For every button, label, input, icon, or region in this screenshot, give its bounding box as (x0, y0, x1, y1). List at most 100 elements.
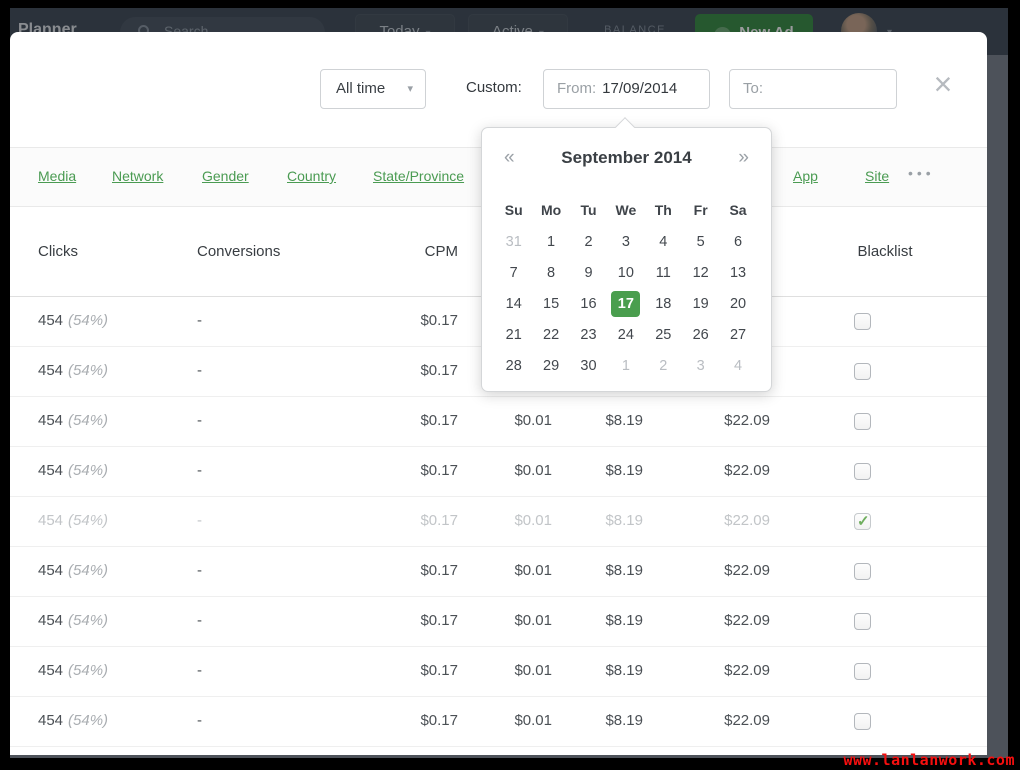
table-row: 454(54%)-$0.17$0.01$8.19$22.09 (10, 497, 987, 547)
close-icon[interactable]: × (928, 68, 958, 102)
clicks-cell: 454(54%) (38, 412, 108, 429)
calendar-day[interactable]: 3 (682, 350, 719, 381)
calendar-day[interactable]: 4 (719, 350, 756, 381)
calendar-next-month-icon[interactable]: » (738, 147, 749, 169)
calendar-day[interactable]: 1 (607, 350, 644, 381)
from-prefix-label: From: (557, 80, 596, 97)
custom-range-label: Custom: (466, 79, 522, 96)
tab-gender[interactable]: Gender (202, 168, 249, 184)
conversions-cell: - (197, 612, 202, 629)
calendar-day-selected[interactable]: 17 (607, 288, 644, 319)
calendar-month-title: September 2014 (482, 148, 771, 168)
table-row: 454(54%)-$0.17$0.01$8.19$22.09 (10, 647, 987, 697)
datepicker-popup: « September 2014 » SuMoTuWeThFrSa 311234… (481, 127, 772, 392)
tab-app[interactable]: App (793, 168, 818, 184)
clicks-cell: 454(54%) (38, 512, 108, 529)
tab-site[interactable]: Site (865, 168, 889, 184)
calendar-day[interactable]: 18 (645, 288, 682, 319)
blacklist-checkbox[interactable] (854, 463, 871, 480)
tab-network[interactable]: Network (112, 168, 163, 184)
clicks-cell: 454(54%) (38, 362, 108, 379)
calendar-day[interactable]: 2 (645, 350, 682, 381)
calendar-day[interactable]: 9 (570, 257, 607, 288)
clicks-cell: 454(54%) (38, 612, 108, 629)
calendar-day[interactable]: 10 (607, 257, 644, 288)
calendar-day[interactable]: 6 (719, 226, 756, 257)
calendar-day[interactable]: 1 (532, 226, 569, 257)
value-cell: $22.09 (660, 562, 770, 579)
conversions-cell: - (197, 562, 202, 579)
screen: Planner Search Today▾ Active▾ BALANCE +N… (0, 0, 1020, 770)
calendar-day[interactable]: 4 (645, 226, 682, 257)
calendar-day[interactable]: 12 (682, 257, 719, 288)
conversions-cell: - (197, 362, 202, 379)
calendar-day[interactable]: 15 (532, 288, 569, 319)
weekday-label: Th (645, 196, 682, 224)
calendar-day[interactable]: 23 (570, 319, 607, 350)
calendar-day[interactable]: 25 (645, 319, 682, 350)
watermark-text: www.lanlanwork.com (843, 751, 1015, 769)
from-date-input[interactable]: From: 17/09/2014 (543, 69, 710, 109)
calendar-day[interactable]: 5 (682, 226, 719, 257)
blacklist-checkbox[interactable] (854, 713, 871, 730)
blacklist-checkbox[interactable] (854, 413, 871, 430)
table-row: 454(54%)-$0.17$0.01$8.19$22.09 (10, 697, 987, 747)
tab-country[interactable]: Country (287, 168, 336, 184)
clicks-cell: 454(54%) (38, 312, 108, 329)
calendar-day[interactable]: 11 (645, 257, 682, 288)
from-date-value: 17/09/2014 (602, 80, 677, 97)
blacklist-checkbox[interactable] (854, 613, 871, 630)
calendar-day[interactable]: 3 (607, 226, 644, 257)
conversions-cell: - (197, 462, 202, 479)
blacklist-checkbox[interactable] (854, 513, 871, 530)
table-row: 454(54%)-$0.17$0.01$8.19$22.09 (10, 397, 987, 447)
calendar-day[interactable]: 24 (607, 319, 644, 350)
value-cell: $8.19 (533, 562, 643, 579)
weekday-label: Fr (682, 196, 719, 224)
value-cell: $22.09 (660, 712, 770, 729)
clicks-cell: 454(54%) (38, 462, 108, 479)
weekday-label: Su (495, 196, 532, 224)
calendar-day[interactable]: 20 (719, 288, 756, 319)
date-range-select[interactable]: All time ▾ (320, 69, 426, 109)
blacklist-checkbox[interactable] (854, 563, 871, 580)
weekday-label: Tu (570, 196, 607, 224)
date-range-value: All time (336, 80, 385, 97)
calendar-day[interactable]: 31 (495, 226, 532, 257)
blacklist-checkbox[interactable] (854, 663, 871, 680)
calendar-day[interactable]: 8 (532, 257, 569, 288)
conversions-cell: - (197, 662, 202, 679)
value-cell: $22.09 (660, 462, 770, 479)
calendar-day[interactable]: 26 (682, 319, 719, 350)
blacklist-checkbox[interactable] (854, 313, 871, 330)
calendar-day[interactable]: 2 (570, 226, 607, 257)
calendar-day[interactable]: 13 (719, 257, 756, 288)
calendar-day[interactable]: 27 (719, 319, 756, 350)
tab-state-province[interactable]: State/Province (373, 168, 464, 184)
conversions-cell: - (197, 312, 202, 329)
value-cell: $22.09 (660, 412, 770, 429)
value-cell: $8.19 (533, 412, 643, 429)
to-date-input[interactable]: To: (729, 69, 897, 109)
blacklist-checkbox[interactable] (854, 363, 871, 380)
value-cell: $22.09 (660, 662, 770, 679)
weekday-label: Sa (719, 196, 756, 224)
calendar-day[interactable]: 7 (495, 257, 532, 288)
value-cell: $8.19 (533, 712, 643, 729)
column-header-conversions: Conversions (197, 243, 280, 260)
calendar-day[interactable]: 16 (570, 288, 607, 319)
calendar-day[interactable]: 19 (682, 288, 719, 319)
table-row: 454(54%)-$0.17$0.01$8.19$22.09 (10, 597, 987, 647)
value-cell: $8.19 (533, 662, 643, 679)
value-cell: $8.19 (533, 512, 643, 529)
calendar-day[interactable]: 28 (495, 350, 532, 381)
calendar-day[interactable]: 22 (532, 319, 569, 350)
calendar-day[interactable]: 30 (570, 350, 607, 381)
calendar-day[interactable]: 21 (495, 319, 532, 350)
calendar-day[interactable]: 29 (532, 350, 569, 381)
clicks-cell: 454(54%) (38, 662, 108, 679)
tab-media[interactable]: Media (38, 168, 76, 184)
calendar-day[interactable]: 14 (495, 288, 532, 319)
value-cell: $8.19 (533, 462, 643, 479)
more-tabs-icon[interactable]: ••• (908, 165, 935, 181)
